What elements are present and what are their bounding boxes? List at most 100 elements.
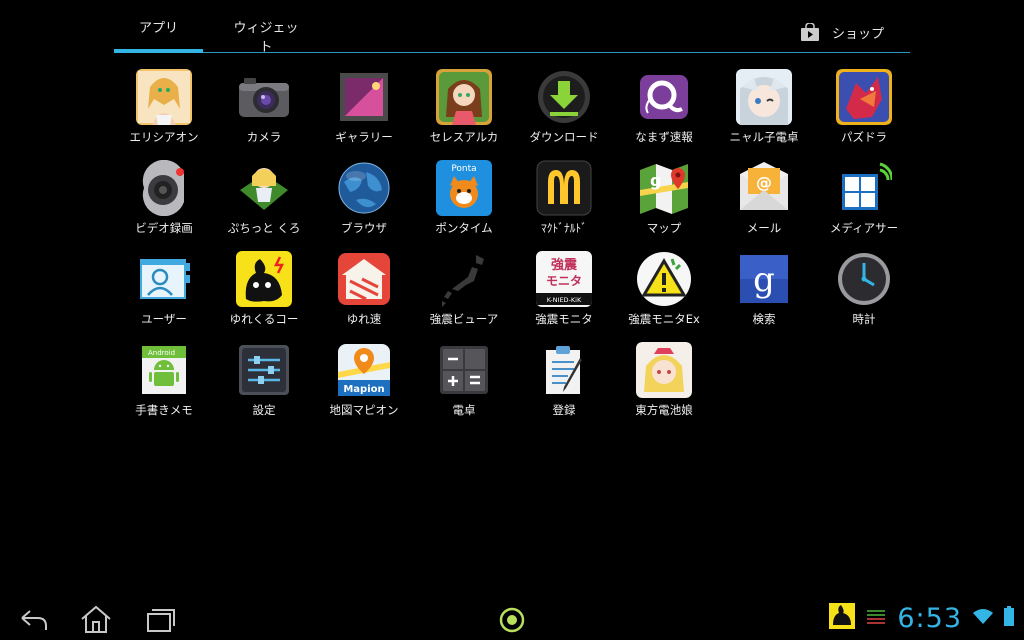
nyaruko-calculator-icon: [736, 69, 792, 125]
camera-icon: [236, 69, 292, 125]
app-label: ダウンロード: [529, 130, 599, 144]
app-puchitto[interactable]: ぷちっと くろ: [217, 157, 311, 243]
app-camera[interactable]: カメラ: [217, 66, 311, 152]
mcdonalds-icon: [536, 160, 592, 216]
registration-clipboard-icon: [536, 342, 592, 398]
app-calculator[interactable]: 電卓: [417, 339, 511, 425]
celes-arca-game-icon: [436, 69, 492, 125]
tab-apps[interactable]: アプリ: [114, 17, 203, 47]
tab-divider-line: [114, 52, 910, 53]
app-label: ゆれ速: [346, 312, 382, 326]
kyoshin-monitor-icon: 強震 モニタ K-NIED-KiK: [536, 251, 592, 307]
app-video-recorder[interactable]: ビデオ録画: [117, 157, 211, 243]
touhou-battery-icon: [636, 342, 692, 398]
home-icon: [81, 605, 111, 633]
app-mail[interactable]: @ メール: [717, 157, 811, 243]
recent-apps-icon: [147, 609, 175, 632]
warning-icon: [636, 251, 692, 307]
app-label: 設定: [252, 403, 276, 417]
browser-globe-icon: [336, 160, 392, 216]
puchitto-game-icon: [236, 160, 292, 216]
app-celes-arca[interactable]: セレスアルカ: [417, 66, 511, 152]
app-settings[interactable]: 設定: [217, 339, 311, 425]
app-touhou-battery[interactable]: 東方電池娘: [617, 339, 711, 425]
app-handwriting-memo[interactable]: Android 手書きメモ: [117, 339, 211, 425]
google-search-icon: g: [736, 251, 792, 307]
recent-apps-button[interactable]: [142, 604, 178, 634]
app-puzzle-dragons[interactable]: パズドラ: [817, 66, 911, 152]
app-browser[interactable]: ブラウザ: [317, 157, 411, 243]
app-yuresoku[interactable]: ゆれ速: [317, 248, 411, 334]
ponta-icon: Ponta: [436, 160, 492, 216]
app-kyoshin-viewer[interactable]: 強震ビューア: [417, 248, 511, 334]
app-namazu[interactable]: なまず速報: [617, 66, 711, 152]
app-mcdonalds[interactable]: ﾏｸﾄﾞﾅﾙﾄﾞ: [517, 157, 611, 243]
app-pontaime[interactable]: Ponta ポンタイム: [417, 157, 511, 243]
app-label: エリシアオン: [129, 130, 199, 144]
app-kyoshin-monitor-ex[interactable]: 強震モニタEx: [617, 248, 711, 334]
app-label: セレスアルカ: [429, 130, 499, 144]
system-bar: 6:53: [0, 596, 1024, 640]
app-mapion[interactable]: Mapion 地図マピオン: [317, 339, 411, 425]
launcher-tab-bar: アプリ ウィジェット ショップ: [114, 0, 910, 55]
yurekuru-notification-icon: [829, 603, 856, 633]
shop-button[interactable]: ショップ: [800, 20, 884, 44]
app-registration[interactable]: 登録: [517, 339, 611, 425]
app-label: 地図マピオン: [329, 403, 399, 417]
play-store-bag-icon: [800, 23, 820, 41]
app-user[interactable]: ユーザー: [117, 248, 211, 334]
shop-label: ショップ: [831, 26, 884, 42]
app-label: メール: [746, 221, 782, 235]
calculator-icon: [436, 342, 492, 398]
app-search[interactable]: g 検索: [717, 248, 811, 334]
app-label: 手書きメモ: [135, 403, 193, 417]
namazu-catfish-icon: [636, 69, 692, 125]
android-label: Android: [148, 349, 175, 357]
yuresoku-icon: [336, 251, 392, 307]
mail-at-glyph: @: [756, 173, 772, 192]
app-download[interactable]: ダウンロード: [517, 66, 611, 152]
kyoshin-logo-line2: モニタ: [546, 274, 582, 288]
app-label: 検索: [752, 312, 776, 326]
battery-icon: [1004, 606, 1014, 630]
status-area[interactable]: 6:53: [829, 602, 1014, 634]
back-arrow-icon: [21, 610, 47, 630]
app-label: ニャル子電卓: [729, 130, 799, 144]
app-label: ポンタイム: [435, 221, 493, 235]
app-elysion[interactable]: エリシアオン: [117, 66, 211, 152]
back-button[interactable]: [16, 604, 52, 634]
app-label: ﾏｸﾄﾞﾅﾙﾄﾞ: [541, 221, 587, 235]
gallery-icon: [336, 69, 392, 125]
kyoshin-logo-line1: 強震: [551, 257, 578, 273]
app-maps[interactable]: g マップ: [617, 157, 711, 243]
app-label: カメラ: [246, 130, 282, 144]
clock-icon: [836, 251, 892, 307]
google-g-glyph: g: [650, 171, 661, 190]
ponta-logo-text: Ponta: [451, 164, 476, 174]
tab-widgets[interactable]: ウィジェット: [228, 17, 304, 55]
yurekuru-call-icon: [236, 251, 292, 307]
app-label: 電卓: [452, 403, 476, 417]
app-kyoshin-monitor[interactable]: 強震 モニタ K-NIED-KiK 強震モニタ: [517, 248, 611, 334]
app-label: なまず速報: [635, 130, 693, 144]
app-nyaruko-calc[interactable]: ニャル子電卓: [717, 66, 811, 152]
settings-icon: [236, 342, 292, 398]
app-launcher-button[interactable]: [494, 604, 530, 634]
app-label: 登録: [552, 403, 576, 417]
app-gallery[interactable]: ギャラリー: [317, 66, 411, 152]
app-label: 強震モニタ: [535, 312, 593, 326]
video-recorder-icon: [136, 160, 192, 216]
app-label: 強震モニタEx: [628, 312, 700, 326]
app-clock[interactable]: 時計: [817, 248, 911, 334]
kyoshin-logo-footer: K-NIED-KiK: [547, 296, 582, 304]
mapion-logo-text: Mapion: [343, 384, 384, 395]
app-label: ぷちっと くろ: [227, 221, 301, 235]
app-label: パズドラ: [841, 130, 887, 144]
japan-map-icon: [436, 251, 492, 307]
home-button[interactable]: [78, 604, 114, 634]
app-media-server[interactable]: メディアサー: [817, 157, 911, 243]
elysion-game-icon: [136, 69, 192, 125]
app-yurekuru[interactable]: ゆれくるコー: [217, 248, 311, 334]
app-label: ゆれくるコー: [229, 312, 299, 326]
maps-icon: g: [636, 160, 692, 216]
